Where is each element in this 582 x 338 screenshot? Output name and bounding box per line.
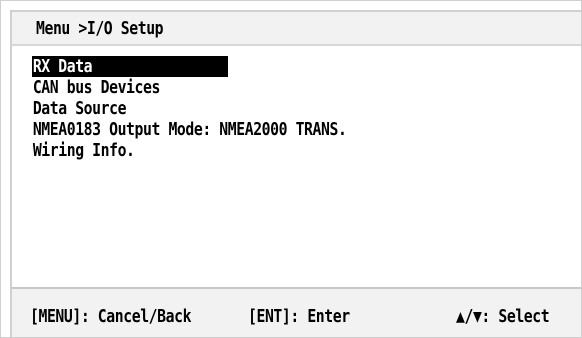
screen-frame: Menu >I/O Setup RX Data CAN bus Devices … xyxy=(0,0,582,338)
menu-item-label: Data Source xyxy=(32,98,127,119)
menu-area: RX Data CAN bus Devices Data Source NMEA… xyxy=(10,46,581,287)
breadcrumb: Menu >I/O Setup xyxy=(36,18,164,39)
menu-item-label: CAN bus Devices xyxy=(32,77,161,98)
menu-item-label: NMEA0183 Output Mode: NMEA2000 TRANS. xyxy=(32,119,347,140)
ent-key-hint: [ENT]: Enter xyxy=(248,306,350,327)
menu-key-hint: [MENU]: Cancel/Back xyxy=(30,306,192,327)
key-hint-bar: [MENU]: Cancel/Back [ENT]: Enter ▲/▼: Se… xyxy=(10,287,581,337)
title-bar: Menu >I/O Setup xyxy=(10,10,581,46)
menu-item-nmea0183-output-mode[interactable]: NMEA0183 Output Mode: NMEA2000 TRANS. xyxy=(32,119,415,140)
menu-item-label: Wiring Info. xyxy=(32,140,135,161)
menu-item-can-bus-devices[interactable]: CAN bus Devices xyxy=(32,77,415,98)
select-key-hint: ▲/▼: Select xyxy=(456,306,550,327)
menu-item-data-source[interactable]: Data Source xyxy=(32,98,415,119)
menu-item-rx-data[interactable]: RX Data xyxy=(32,56,228,77)
menu-item-wiring-info[interactable]: Wiring Info. xyxy=(32,140,415,161)
menu-item-label: RX Data xyxy=(32,56,93,77)
menu-list: RX Data CAN bus Devices Data Source NMEA… xyxy=(32,56,415,161)
